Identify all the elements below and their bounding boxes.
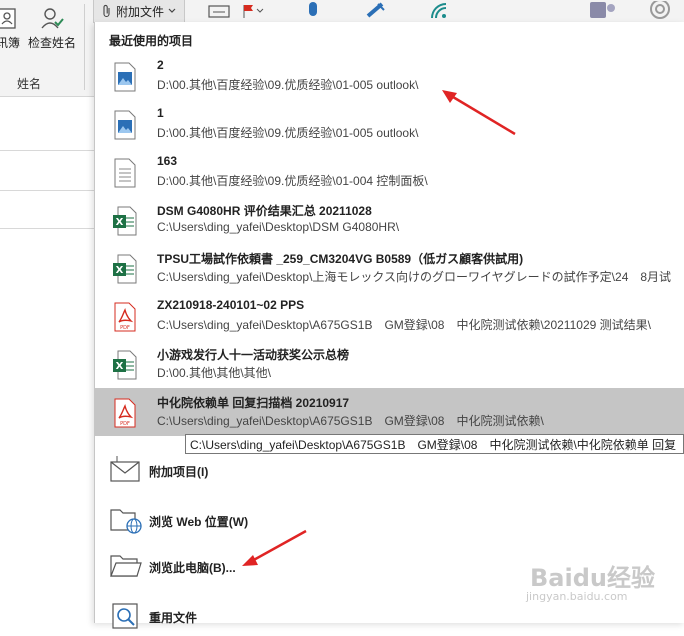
- item-name: ZX210918-240101~02 PPS: [157, 298, 305, 312]
- item-path: D:\00.其他\百度经验\09.优质经验\01-005 outlook\: [157, 78, 419, 92]
- address-book-button[interactable]: 讯簿: [0, 0, 28, 68]
- check-names-button[interactable]: 检查姓名: [26, 0, 78, 68]
- flag-icon: [243, 5, 264, 18]
- search-file-icon: [112, 603, 138, 629]
- attach-item-label: 附加项目(I): [149, 465, 209, 479]
- item-name: 中化院依赖单 回复扫描档 20210917: [157, 396, 350, 410]
- excel-file-icon: X: [113, 254, 137, 284]
- item-name: 163: [157, 154, 178, 168]
- attach-file-button[interactable]: 附加文件: [93, 0, 186, 23]
- svg-text:X: X: [116, 265, 124, 276]
- item-path: C:\Users\ding_yafei\Desktop\上海モレックス向けのグロ…: [157, 270, 672, 284]
- recent-items-heading: 最近使用的项目: [109, 34, 194, 48]
- recent-item[interactable]: X TPSU工場試作依頼書 _259_CM3204VG B0589（低ガス顧客供…: [95, 244, 684, 292]
- item-name: TPSU工場試作依頼書 _259_CM3204VG B0589（低ガス顧客供試用…: [157, 252, 524, 266]
- attach-file-dropdown: 最近使用的项目 2 D:\00.其他\百度经验\09.优质经验\01-005 o…: [94, 22, 684, 629]
- follow-up-button[interactable]: [241, 0, 265, 22]
- image-file-icon: [114, 110, 136, 140]
- path-tooltip: C:\Users\ding_yafei\Desktop\A675GS1B GM登…: [185, 434, 684, 454]
- check-names-label: 检查姓名: [27, 36, 76, 50]
- watermark-brand: Baidu经验: [530, 564, 655, 592]
- item-path: D:\00.其他\百度经验\09.优质经验\01-005 outlook\: [157, 126, 419, 140]
- recent-item[interactable]: 2 D:\00.其他\百度经验\09.优质经验\01-005 outlook\: [95, 52, 684, 100]
- group-divider: [84, 4, 85, 90]
- recent-item-selected[interactable]: PDF 中化院依赖单 回复扫描档 20210917 C:\Users\ding_…: [95, 388, 684, 436]
- svg-text:PDF: PDF: [120, 421, 130, 427]
- dictate-button[interactable]: [305, 0, 321, 22]
- names-group-label: 姓名: [16, 77, 41, 91]
- signature-button[interactable]: [208, 0, 232, 22]
- image-file-icon: [114, 62, 136, 92]
- browse-web-label: 浏览 Web 位置(W): [149, 515, 249, 529]
- loop-button[interactable]: [648, 0, 672, 22]
- recent-item[interactable]: X DSM G4080HR 评价结果汇总 20211028 C:\Users\d…: [95, 196, 684, 244]
- divider: [0, 150, 94, 151]
- folder-globe-icon: [110, 509, 142, 534]
- recent-item[interactable]: X 小游戏发行人十一活动获奖公示总榜 D:\00.其他\其他\其他\: [95, 340, 684, 388]
- recent-item[interactable]: PDF ZX210918-240101~02 PPS C:\Users\ding…: [95, 292, 684, 340]
- chevron-down-icon: [168, 8, 176, 13]
- recent-item[interactable]: 163 D:\00.其他\百度经验\09.优质经验\01-004 控制面板\: [95, 148, 684, 196]
- divider: [0, 228, 94, 229]
- address-book-icon: [0, 8, 16, 29]
- text-file-icon: [114, 158, 136, 188]
- divider: [0, 190, 94, 191]
- viva-button[interactable]: [430, 0, 448, 22]
- teams-icon: [590, 2, 615, 18]
- teams-button[interactable]: [588, 0, 616, 22]
- envelope-attach-icon: [110, 456, 140, 482]
- browse-web-locations-button[interactable]: 浏览 Web 位置(W): [95, 496, 684, 540]
- watermark-url: jingyan.baidu.com: [526, 590, 628, 603]
- svg-text:X: X: [116, 217, 124, 228]
- signature-icon: [208, 5, 230, 18]
- reuse-files-label: 重用文件: [149, 611, 198, 625]
- item-path: C:\Users\ding_yafei\Desktop\A675GS1B GM登…: [157, 414, 544, 428]
- loop-icon: [650, 1, 670, 19]
- check-names-icon: [41, 8, 64, 29]
- item-path: D:\00.其他\百度经验\09.优质经验\01-004 控制面板\: [157, 174, 428, 188]
- item-name: DSM G4080HR 评价结果汇总 20211028: [157, 204, 372, 218]
- browse-this-pc-label: 浏览此电脑(B)...: [149, 561, 236, 575]
- pdf-file-icon: PDF: [114, 398, 136, 428]
- excel-file-icon: X: [113, 350, 137, 380]
- item-name: 1: [157, 106, 164, 120]
- svg-text:PDF: PDF: [120, 325, 130, 331]
- item-path: C:\Users\ding_yafei\Desktop\DSM G4080HR\: [157, 220, 400, 234]
- microphone-icon: [309, 2, 317, 16]
- item-path: C:\Users\ding_yafei\Desktop\A675GS1B GM登…: [157, 318, 651, 332]
- translate-button[interactable]: [364, 0, 388, 22]
- paperclip-icon: [103, 4, 110, 18]
- signal-icon: [431, 3, 447, 19]
- recent-item[interactable]: 1 D:\00.其他\百度经验\09.优质经验\01-005 outlook\: [95, 100, 684, 148]
- item-path: D:\00.其他\其他\其他\: [157, 366, 272, 380]
- attach-file-label: 附加文件: [116, 4, 165, 19]
- pdf-file-icon: PDF: [114, 302, 136, 332]
- item-name: 小游戏发行人十一活动获奖公示总榜: [157, 348, 350, 362]
- plug-icon: [366, 2, 385, 18]
- baidu-watermark: Baidu经验 jingyan.baidu.com: [520, 556, 680, 622]
- item-name: 2: [157, 58, 164, 72]
- excel-file-icon: X: [113, 206, 137, 236]
- address-book-label: 讯簿: [0, 36, 20, 50]
- svg-text:X: X: [116, 361, 124, 372]
- folder-icon: [110, 555, 142, 577]
